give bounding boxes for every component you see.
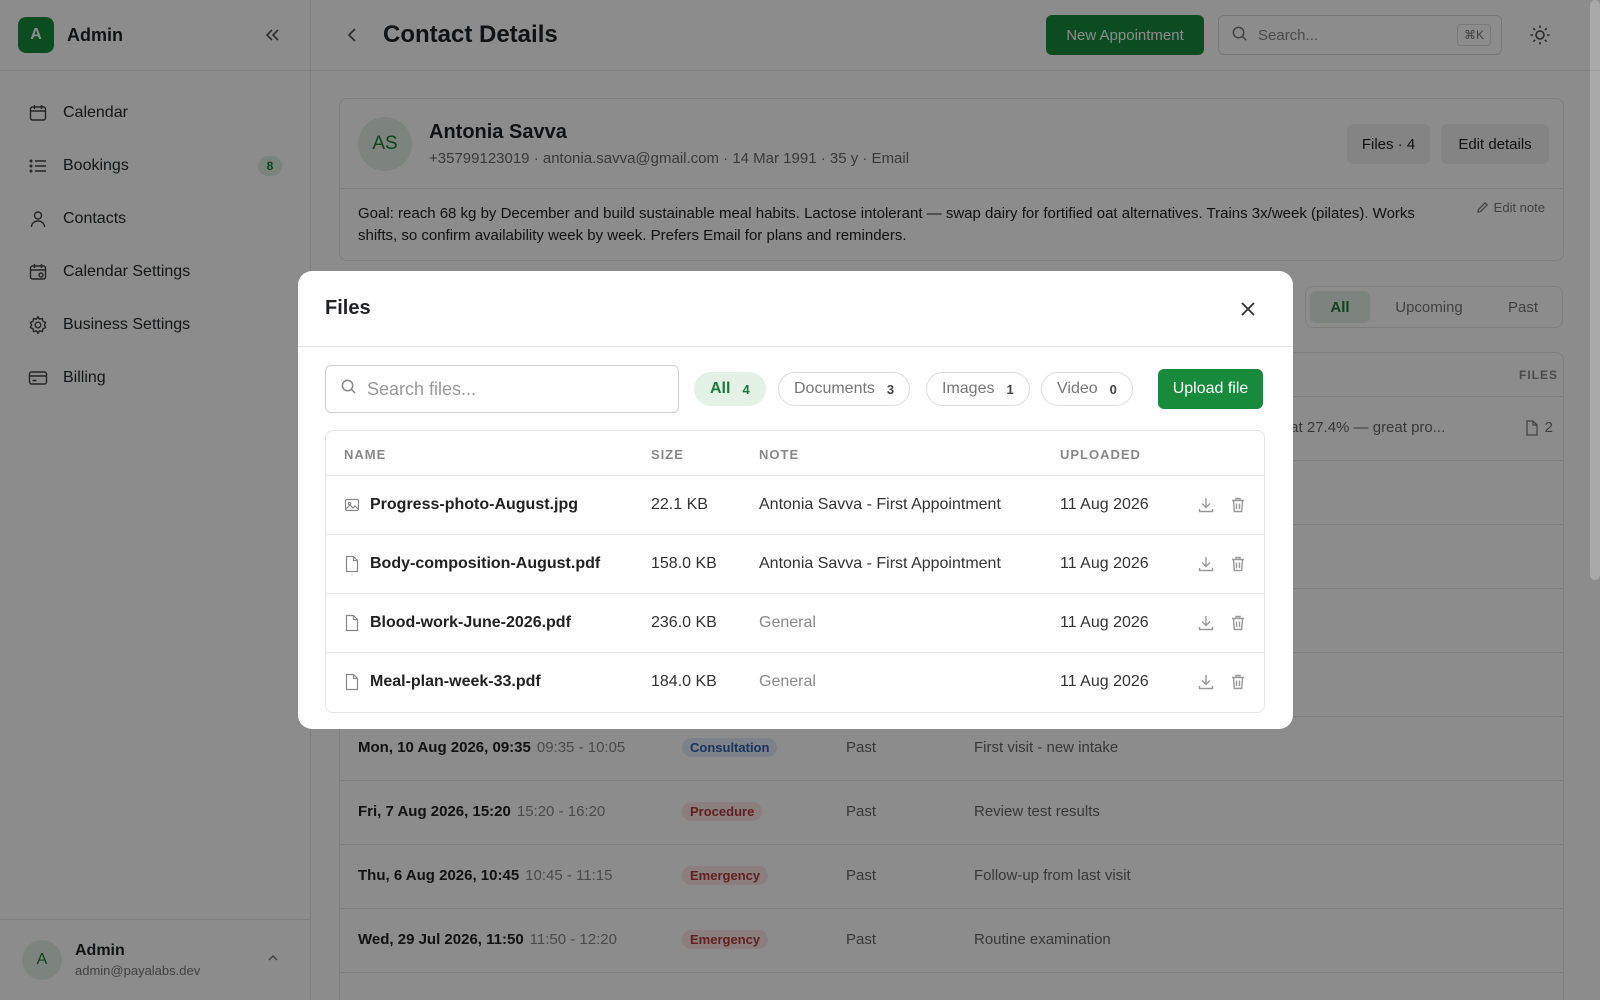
file-search-input[interactable]: Search files... <box>325 365 679 413</box>
file-note: General <box>759 673 816 690</box>
chip-count: 4 <box>742 381 750 397</box>
files-table-header: NAME SIZE NOTE UPLOADED <box>326 431 1264 476</box>
trash-icon[interactable] <box>1229 614 1247 632</box>
file-note: Antonia Savva - First Appointment <box>759 496 1001 513</box>
col-uploaded[interactable]: UPLOADED <box>1060 447 1141 462</box>
trash-icon[interactable] <box>1229 673 1247 691</box>
col-size[interactable]: SIZE <box>651 447 684 462</box>
table-row[interactable]: Blood-work-June-2026.pdf 236.0 KB Genera… <box>326 594 1264 653</box>
trash-icon[interactable] <box>1229 496 1247 514</box>
file-uploaded: 11 Aug 2026 <box>1060 496 1149 513</box>
chip-label: All <box>710 380 731 397</box>
file-uploaded: 11 Aug 2026 <box>1060 673 1149 690</box>
chip-count: 1 <box>1006 381 1014 397</box>
file-uploaded: 11 Aug 2026 <box>1060 555 1149 572</box>
chip-label: Video <box>1057 380 1098 397</box>
file-name[interactable]: Progress-photo-August.jpg <box>370 496 578 514</box>
files-modal: Files Search files... All 4 Documents 3 Im… <box>298 271 1293 729</box>
chip-count: 3 <box>886 381 895 397</box>
file-name[interactable]: Body-composition-August.pdf <box>370 555 600 573</box>
image-icon <box>344 498 360 512</box>
search-icon <box>340 378 357 400</box>
upload-file-button[interactable]: Upload file <box>1158 369 1263 409</box>
file-note: Antonia Savva - First Appointment <box>759 555 1001 572</box>
filter-chip-documents[interactable]: Documents 3 <box>778 372 911 406</box>
document-icon <box>345 555 359 573</box>
filter-chip-all[interactable]: All 4 <box>694 372 766 406</box>
chip-label: Images <box>942 380 995 397</box>
files-table: NAME SIZE NOTE UPLOADED Progress-photo-A… <box>325 430 1265 713</box>
file-size: 236.0 KB <box>651 614 717 631</box>
file-note: General <box>759 614 816 631</box>
document-icon <box>345 673 359 691</box>
col-name[interactable]: NAME <box>344 447 386 462</box>
col-note[interactable]: NOTE <box>759 447 799 462</box>
modal-title: Files <box>325 297 371 319</box>
file-size: 158.0 KB <box>651 555 717 572</box>
file-size: 184.0 KB <box>651 673 717 690</box>
filter-chip-video[interactable]: Video 0 <box>1041 372 1133 406</box>
file-size: 22.1 KB <box>651 496 708 513</box>
close-icon[interactable] <box>1236 297 1260 321</box>
document-icon <box>345 614 359 632</box>
chip-label: Documents <box>794 380 875 397</box>
download-icon[interactable] <box>1197 555 1215 573</box>
filter-chip-images[interactable]: Images 1 <box>926 372 1030 406</box>
download-icon[interactable] <box>1197 614 1215 632</box>
file-name[interactable]: Meal-plan-week-33.pdf <box>370 673 541 691</box>
trash-icon[interactable] <box>1229 555 1247 573</box>
download-icon[interactable] <box>1197 673 1215 691</box>
file-uploaded: 11 Aug 2026 <box>1060 614 1149 631</box>
file-search-placeholder: Search files... <box>367 378 477 399</box>
table-row[interactable]: Progress-photo-August.jpg 22.1 KB Antoni… <box>326 476 1264 535</box>
table-row[interactable]: Meal-plan-week-33.pdf 184.0 KB General 1… <box>326 653 1264 712</box>
page-scrollbar[interactable] <box>1590 0 1600 580</box>
file-name[interactable]: Blood-work-June-2026.pdf <box>370 614 571 632</box>
chip-count: 0 <box>1109 381 1117 397</box>
table-row[interactable]: Body-composition-August.pdf 158.0 KB Ant… <box>326 535 1264 594</box>
download-icon[interactable] <box>1197 496 1215 514</box>
